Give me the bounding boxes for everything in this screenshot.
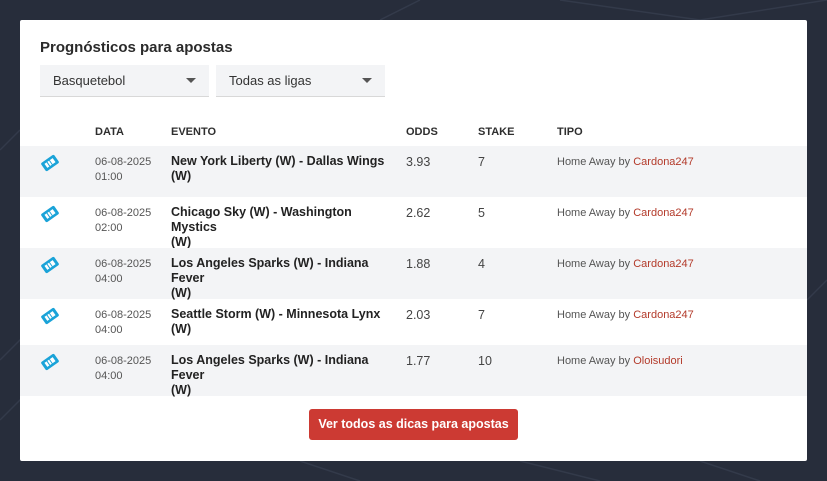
- row-tipo-by: by: [615, 207, 634, 219]
- row-author-link[interactable]: Cardona247: [633, 156, 694, 168]
- ticket-icon: [40, 154, 60, 172]
- row-time: 01:00: [95, 171, 123, 183]
- row-stake: 10: [478, 354, 492, 368]
- row-event: Seattle Storm (W) - Minnesota Lynx (W): [171, 307, 391, 337]
- row-tipo-by: by: [615, 156, 634, 168]
- row-tipo: Home Away by Cardona247: [557, 207, 694, 219]
- table-row[interactable]: 06-08-2025 04:00 Seattle Storm (W) - Min…: [20, 299, 807, 345]
- row-event: Chicago Sky (W) - Washington Mystics (W): [171, 205, 391, 250]
- row-event: Los Angeles Sparks (W) - Indiana Fever (…: [171, 256, 391, 301]
- row-event-line2: (W): [171, 169, 192, 183]
- row-event: New York Liberty (W) - Dallas Wings (W): [171, 154, 391, 184]
- row-event: Los Angeles Sparks (W) - Indiana Fever (…: [171, 353, 391, 398]
- table-row[interactable]: 06-08-2025 02:00 Chicago Sky (W) - Washi…: [20, 197, 807, 250]
- row-date: 06-08-2025: [95, 156, 152, 168]
- row-datetime: 06-08-2025 01:00: [95, 155, 151, 185]
- caret-down-icon: [186, 78, 196, 83]
- row-tipo: Home Away by Cardona247: [557, 258, 694, 270]
- row-tipo-by: by: [615, 309, 634, 321]
- column-header-stake: STAKE: [478, 126, 515, 138]
- column-header-date: DATA: [95, 126, 124, 138]
- ticket-icon: [40, 205, 60, 223]
- league-select-value: Todas as ligas: [229, 73, 312, 88]
- row-event-line1: Chicago Sky (W) - Washington Mystics: [171, 205, 352, 234]
- row-author-link[interactable]: Cardona247: [633, 309, 694, 321]
- caret-down-icon: [362, 78, 372, 83]
- row-tipo-by: by: [615, 355, 634, 367]
- row-event-line1: Los Angeles Sparks (W) - Indiana Fever: [171, 256, 369, 285]
- row-odds: 1.88: [406, 257, 431, 271]
- ticket-icon: [40, 307, 60, 325]
- row-odds: 3.93: [406, 155, 431, 169]
- row-event-line1: Los Angeles Sparks (W) - Indiana Fever: [171, 353, 369, 382]
- row-datetime: 06-08-2025 04:00: [95, 308, 151, 338]
- tips-table: 06-08-2025 01:00 New York Liberty (W) - …: [20, 146, 807, 398]
- ticket-icon: [40, 256, 60, 274]
- sport-select[interactable]: Basquetebol: [40, 65, 209, 97]
- row-tipo-by: by: [615, 258, 634, 270]
- betting-tips-widget: Prognósticos para apostas Basquetebol To…: [20, 20, 807, 461]
- row-time: 04:00: [95, 370, 123, 382]
- row-tipo-type: Home Away: [557, 309, 616, 321]
- row-tipo: Home Away by Oloisudori: [557, 355, 683, 367]
- row-odds: 1.77: [406, 354, 431, 368]
- row-stake: 4: [478, 257, 485, 271]
- row-odds: 2.03: [406, 308, 431, 322]
- row-datetime: 06-08-2025 04:00: [95, 354, 151, 384]
- row-tipo: Home Away by Cardona247: [557, 309, 694, 321]
- row-stake: 7: [478, 155, 485, 169]
- league-select[interactable]: Todas as ligas: [216, 65, 385, 97]
- table-row[interactable]: 06-08-2025 04:00 Los Angeles Sparks (W) …: [20, 345, 807, 398]
- row-event-line1: New York Liberty (W) - Dallas Wings: [171, 154, 385, 168]
- row-time: 02:00: [95, 222, 123, 234]
- column-header-tipo: TIPO: [557, 126, 583, 138]
- row-stake: 5: [478, 206, 485, 220]
- ticket-icon: [40, 353, 60, 371]
- row-author-link[interactable]: Cardona247: [633, 207, 694, 219]
- sport-select-value: Basquetebol: [53, 73, 126, 88]
- row-date: 06-08-2025: [95, 309, 152, 321]
- row-tipo-type: Home Away: [557, 355, 616, 367]
- row-event-line1: Seattle Storm (W) - Minnesota Lynx (W): [171, 307, 381, 336]
- row-tipo: Home Away by Cardona247: [557, 156, 694, 168]
- row-date: 06-08-2025: [95, 355, 152, 367]
- row-tipo-type: Home Away: [557, 156, 616, 168]
- table-row[interactable]: 06-08-2025 04:00 Los Angeles Sparks (W) …: [20, 248, 807, 301]
- column-header-event: EVENTO: [171, 126, 217, 138]
- widget-title: Prognósticos para apostas: [40, 39, 233, 56]
- column-header-odds: ODDS: [406, 126, 438, 138]
- row-odds: 2.62: [406, 206, 431, 220]
- row-stake: 7: [478, 308, 485, 322]
- row-tipo-type: Home Away: [557, 207, 616, 219]
- row-time: 04:00: [95, 273, 123, 285]
- table-row[interactable]: 06-08-2025 01:00 New York Liberty (W) - …: [20, 146, 807, 197]
- row-time: 04:00: [95, 324, 123, 336]
- row-date: 06-08-2025: [95, 207, 152, 219]
- row-date: 06-08-2025: [95, 258, 152, 270]
- row-author-link[interactable]: Cardona247: [633, 258, 694, 270]
- view-all-tips-button[interactable]: Ver todos as dicas para apostas: [309, 409, 518, 440]
- row-datetime: 06-08-2025 02:00: [95, 206, 151, 236]
- row-tipo-type: Home Away: [557, 258, 616, 270]
- row-event-line2: (W): [171, 383, 192, 397]
- row-author-link[interactable]: Oloisudori: [633, 355, 683, 367]
- row-datetime: 06-08-2025 04:00: [95, 257, 151, 287]
